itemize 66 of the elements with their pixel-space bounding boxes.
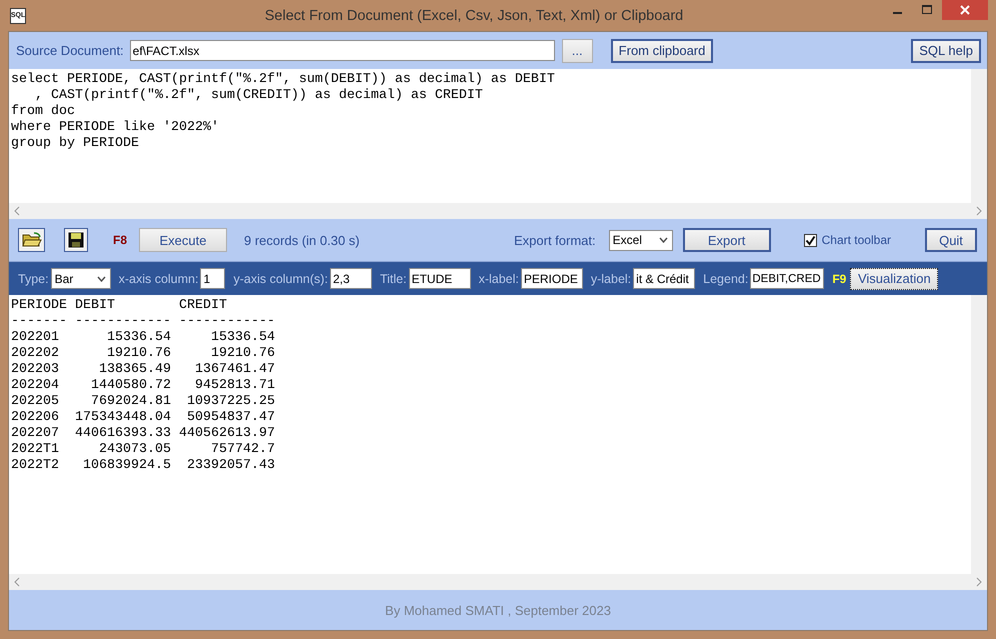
input-field[interactable]: PERIODE xyxy=(520,268,583,289)
scroll-right-icon[interactable] xyxy=(975,206,983,216)
export-format-dropdown[interactable]: Excel xyxy=(608,230,673,250)
maximize-icon xyxy=(922,5,932,15)
result-line: 202204 1440580.72 9452813.71 xyxy=(11,378,276,394)
code-line: group by PERIODE xyxy=(11,136,140,152)
shortcut-label: F8 xyxy=(113,233,128,247)
minimize-icon xyxy=(892,12,902,14)
field-label: y-axis column(s): xyxy=(233,272,328,286)
result-line: 202201 15336.54 15336.54 xyxy=(11,330,276,346)
field-label: Legend: xyxy=(703,272,748,286)
browse-button[interactable]: ... xyxy=(562,38,593,62)
horizontal-scrollbar[interactable] xyxy=(9,574,987,590)
footer-text: By Mohamed SMATI , September 2023 xyxy=(385,602,611,618)
clipboard-button[interactable]: From clipboard xyxy=(610,38,714,62)
checkbox-label: Chart toolbar xyxy=(822,233,891,247)
folder-icon xyxy=(22,232,42,248)
export-format-label: Export format: xyxy=(514,232,596,248)
code-line: where PERIODE like '2022%' xyxy=(11,120,220,136)
result-line: ------- ------------ ------------ xyxy=(11,314,276,330)
execute-button[interactable]: Execute xyxy=(139,228,228,252)
caret-icon xyxy=(96,276,106,282)
result-line: 2022T1 243073.05 757742.7 xyxy=(11,442,276,458)
field-label: x-label: xyxy=(478,272,519,286)
shortcut-label: F9 xyxy=(832,272,846,286)
result-line: PERIODE DEBIT CREDIT xyxy=(11,298,228,314)
input-field[interactable]: 2,3 xyxy=(330,268,372,289)
field-label: Type: xyxy=(18,272,49,286)
vertical-scrollbar[interactable] xyxy=(971,295,987,574)
source-label: Source Document: xyxy=(16,43,124,58)
vertical-scrollbar[interactable] xyxy=(971,69,987,203)
scroll-left-icon[interactable] xyxy=(13,577,21,587)
close-icon xyxy=(960,5,970,15)
sql-editor[interactable]: select PERIODE, CAST(printf("%.2f", sum(DEBIT)) as decimal) as DEBIT , CAST(printf("%.2f", sum(CREDIT)) as decimal) as CREDIT from doc where PERIODE like '2022%' group by PERIODE xyxy=(9,69,987,219)
window-title: Select From Document (Excel, Csv, Json, Text, Xml) or Clipboard xyxy=(264,8,684,24)
chart-toolbar-checkbox[interactable] xyxy=(804,234,817,246)
horizontal-scrollbar[interactable] xyxy=(9,203,987,219)
visualization-button[interactable]: Visualization xyxy=(850,268,938,290)
field-label: Title: xyxy=(380,272,407,286)
chart-type-dropdown[interactable]: Bar xyxy=(50,268,111,289)
export-button[interactable]: Export xyxy=(682,228,771,252)
result-line: 202202 19210.76 19210.76 xyxy=(11,346,276,362)
result-line: 202207 440616393.33 440562613.97 xyxy=(11,426,276,442)
status-text: 9 records (in 0.30 s) xyxy=(244,232,360,248)
help-button[interactable]: SQL help xyxy=(911,38,981,62)
source-field[interactable]: ef\FACT.xlsx xyxy=(130,40,555,61)
result-line: 2022T2 106839924.5 23392057.43 xyxy=(11,458,276,474)
code-line: from doc xyxy=(11,104,76,120)
caret-icon xyxy=(658,237,668,243)
code-line: , CAST(printf("%.2f", sum(CREDIT)) as decimal) as CREDIT xyxy=(34,88,484,104)
input-field[interactable]: ETUDE xyxy=(408,268,471,289)
result-line: 202203 138365.49 1367461.47 xyxy=(11,362,276,378)
scroll-left-icon[interactable] xyxy=(13,206,21,216)
field-label: y-label: xyxy=(590,272,632,286)
input-field[interactable]: it & Crédit xyxy=(633,268,696,289)
scroll-right-icon[interactable] xyxy=(975,577,983,587)
code-line: select PERIODE, CAST(printf("%.2f", sum(DEBIT)) as decimal) as DEBIT xyxy=(11,72,556,88)
save-button[interactable] xyxy=(64,228,88,252)
result-line: 202206 175343448.04 50954837.47 xyxy=(11,410,276,426)
input-field[interactable]: 1 xyxy=(200,268,226,289)
quit-button[interactable]: Quit xyxy=(925,228,977,252)
field-label: x-axis column: xyxy=(118,272,198,286)
input-field[interactable]: DEBIT,CRED xyxy=(750,268,824,289)
close-button[interactable] xyxy=(942,0,988,20)
open-button[interactable] xyxy=(18,228,45,252)
result-line: 202205 7692024.81 10937225.25 xyxy=(11,394,276,410)
